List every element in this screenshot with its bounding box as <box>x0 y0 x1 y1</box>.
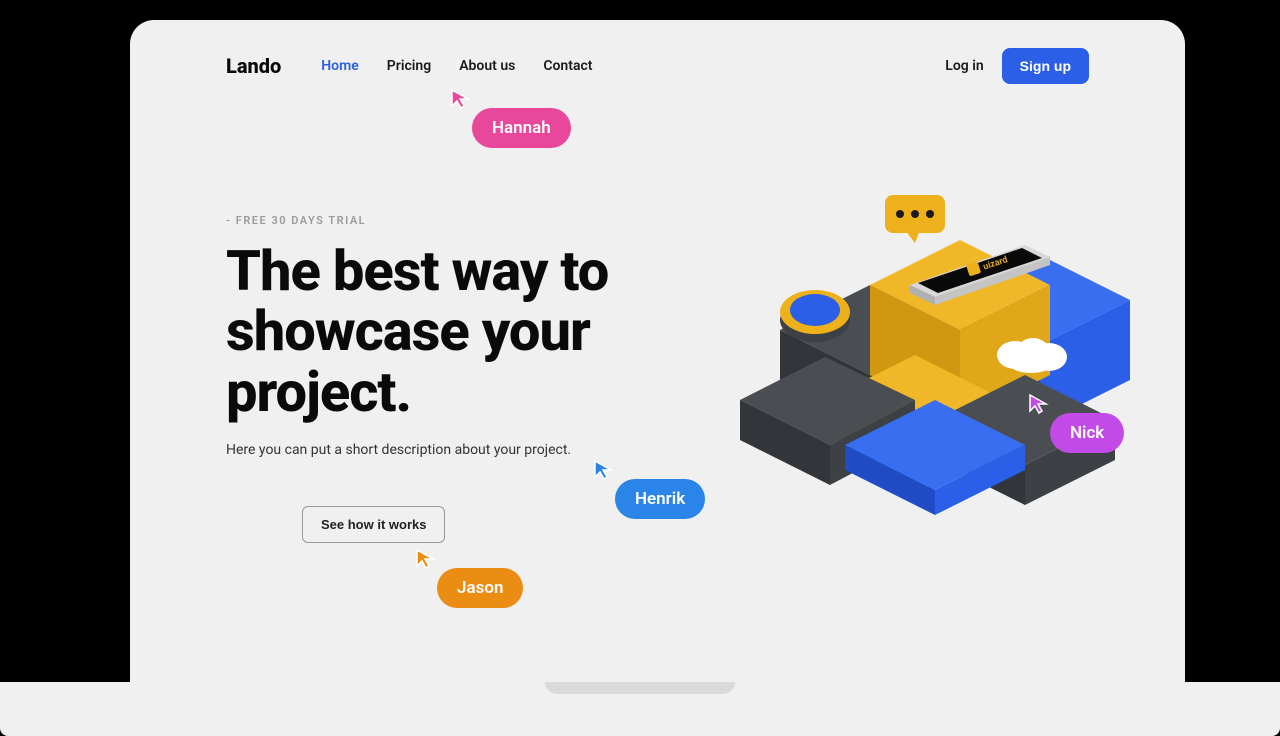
cursor-icon <box>593 459 615 481</box>
login-link[interactable]: Log in <box>945 58 983 74</box>
cursor-icon <box>415 548 437 570</box>
collab-label: Jason <box>437 568 523 608</box>
collab-label: Hannah <box>472 108 571 148</box>
collab-cursor-nick: Nick <box>1028 393 1050 419</box>
collab-label: Henrik <box>615 479 705 519</box>
brand-logo[interactable]: Lando <box>226 54 281 78</box>
cta-button[interactable]: See how it works <box>302 506 445 543</box>
nav-link-home[interactable]: Home <box>321 58 359 74</box>
cursor-icon <box>450 88 472 110</box>
navbar: Lando Home Pricing About us Contact Log … <box>130 20 1185 84</box>
cursor-icon <box>1028 393 1050 415</box>
nav-link-contact[interactable]: Contact <box>543 58 592 74</box>
hero-illustration: uizard <box>740 185 1130 515</box>
nav-link-pricing[interactable]: Pricing <box>387 58 431 74</box>
collab-cursor-hannah: Hannah <box>450 88 472 114</box>
laptop-notch <box>545 682 735 694</box>
nav-right: Log in Sign up <box>945 48 1089 84</box>
nav-links: Home Pricing About us Contact <box>321 58 592 74</box>
collab-label: Nick <box>1050 413 1124 453</box>
collab-cursor-henrik: Henrik <box>593 459 615 485</box>
hero-title: The best way to showcase your project. <box>226 241 686 422</box>
nav-link-about[interactable]: About us <box>459 58 515 74</box>
signup-button[interactable]: Sign up <box>1002 48 1089 84</box>
collab-cursor-jason: Jason <box>415 548 437 574</box>
